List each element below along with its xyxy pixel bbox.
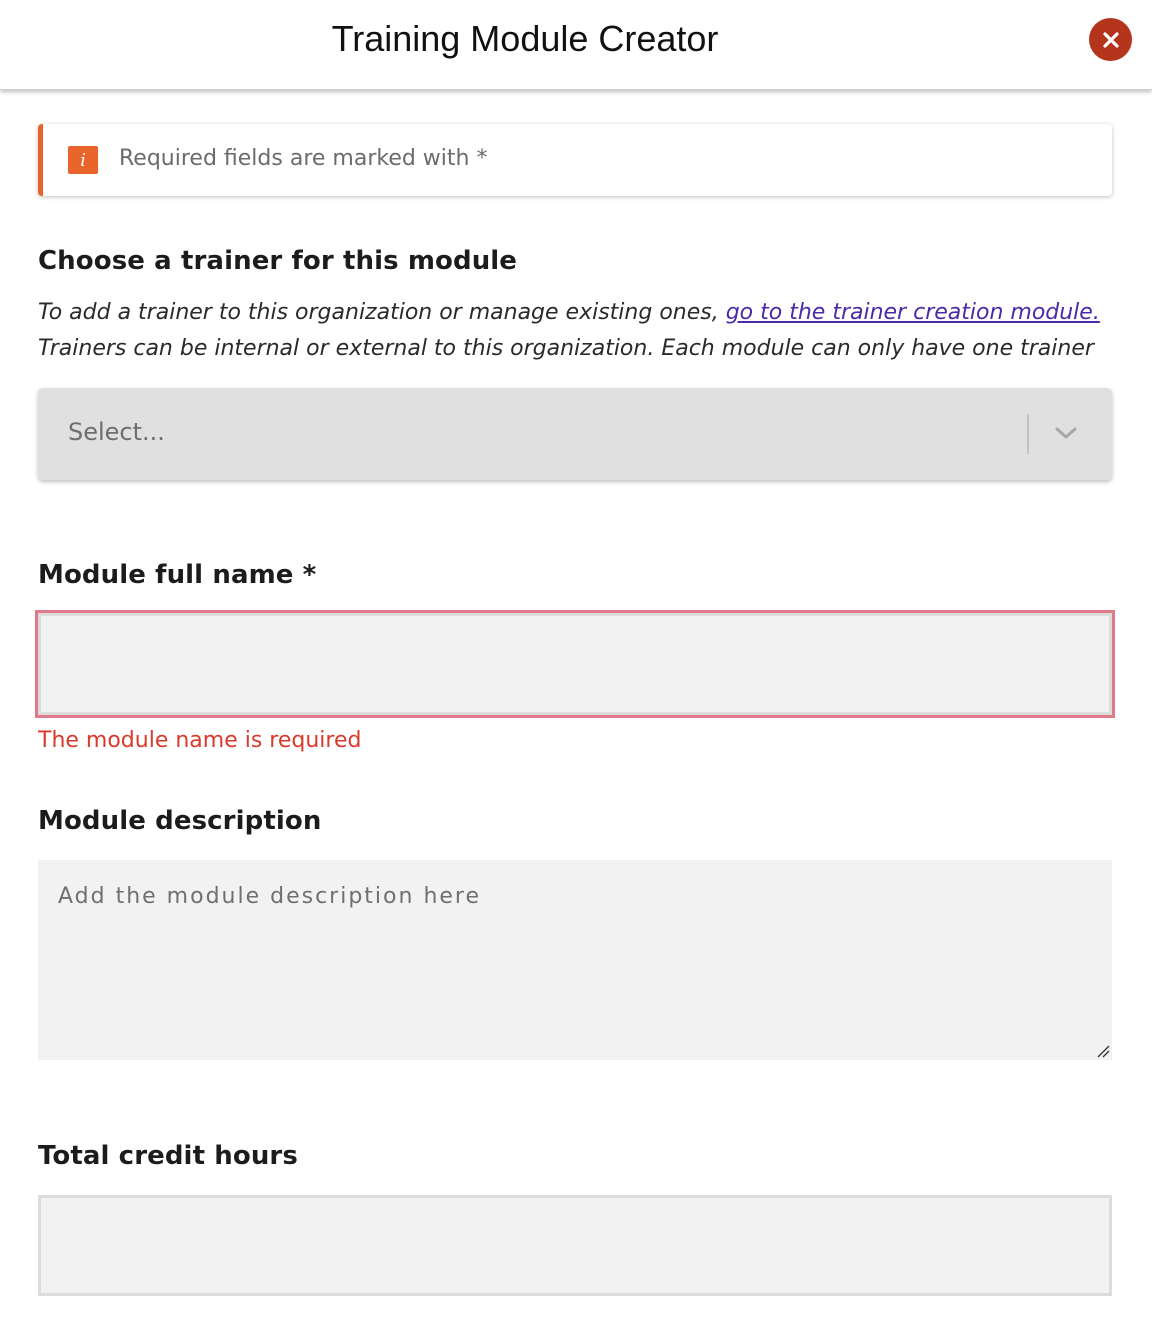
trainer-select[interactable]: Select... — [38, 388, 1112, 480]
close-button[interactable] — [1089, 18, 1132, 61]
modal-title: Training Module Creator — [331, 18, 719, 59]
module-description-placeholder: Add the module description here — [58, 884, 482, 909]
chevron-down-icon[interactable] — [1053, 422, 1079, 444]
credit-hours-label: Total credit hours — [38, 1141, 298, 1171]
close-icon — [1102, 31, 1119, 48]
select-divider — [1027, 414, 1029, 454]
module-name-error: The module name is required — [38, 728, 362, 753]
info-icon: i — [68, 146, 98, 174]
trainer-creation-link[interactable]: go to the trainer creation module. — [726, 300, 1100, 325]
module-description-label: Module description — [38, 806, 322, 836]
trainer-select-placeholder: Select... — [68, 418, 165, 446]
credit-hours-input[interactable] — [38, 1195, 1112, 1296]
modal-header: Training Module Creator — [0, 0, 1152, 90]
trainer-help-line-1: To add a trainer to this organization or… — [38, 300, 1100, 325]
trainer-help-line-2: Trainers can be internal or external to … — [38, 336, 1094, 361]
module-name-input[interactable] — [35, 610, 1115, 718]
module-name-label: Module full name * — [38, 560, 317, 590]
required-fields-notice: i Required fields are marked with * — [38, 124, 1112, 196]
trainer-heading: Choose a trainer for this module — [38, 246, 518, 276]
resize-handle-icon[interactable] — [1096, 1044, 1110, 1058]
module-description-textarea[interactable]: Add the module description here — [38, 860, 1112, 1060]
notice-text: Required fields are marked with * — [119, 146, 488, 171]
trainer-help-text: To add a trainer to this organization or… — [38, 300, 719, 325]
